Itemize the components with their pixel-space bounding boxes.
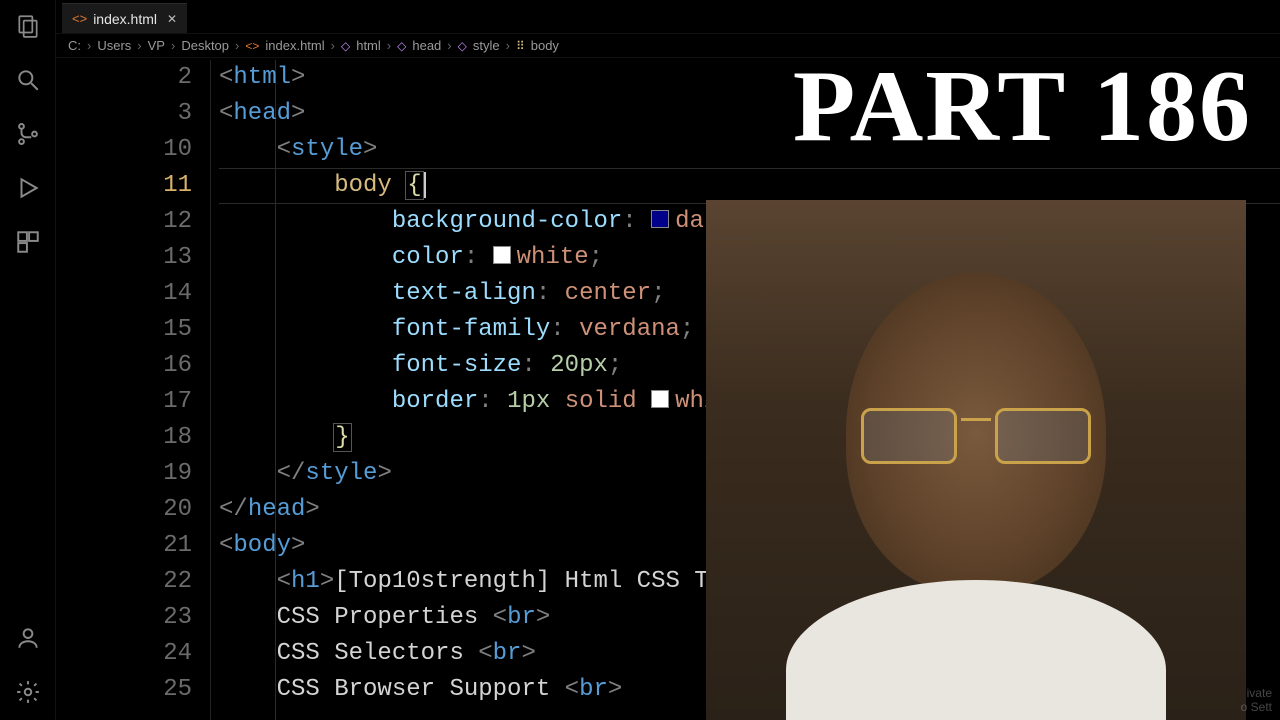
tab-index-html[interactable]: <> index.html ✕ [62, 3, 187, 33]
html-file-icon: <> [72, 11, 87, 26]
run-debug-icon[interactable] [14, 174, 42, 202]
account-icon[interactable] [14, 624, 42, 652]
tab-label: index.html [93, 11, 157, 27]
explorer-icon[interactable] [14, 12, 42, 40]
overlay-title: PART 186 [793, 56, 1252, 158]
source-control-icon[interactable] [14, 120, 42, 148]
webcam-overlay [706, 200, 1246, 720]
color-swatch[interactable] [493, 246, 511, 264]
windows-watermark: ivate o Sett [1241, 686, 1272, 714]
gear-icon[interactable] [14, 678, 42, 706]
tab-bar: <> index.html ✕ [56, 0, 1280, 34]
line-gutter: 2 3 10 11 12 13 14 15 16 17 18 19 20 21 … [56, 60, 211, 720]
search-icon[interactable] [14, 66, 42, 94]
symbol-icon: ⠿ [516, 39, 525, 53]
color-swatch[interactable] [651, 210, 669, 228]
extensions-icon[interactable] [14, 228, 42, 256]
symbol-icon: ◇ [458, 39, 467, 53]
activity-bar [0, 0, 56, 720]
text-cursor [424, 172, 426, 198]
symbol-icon: ◇ [397, 39, 406, 53]
color-swatch[interactable] [651, 390, 669, 408]
close-icon[interactable]: ✕ [167, 12, 177, 26]
html-file-icon: <> [245, 39, 259, 53]
symbol-icon: ◇ [341, 39, 350, 53]
